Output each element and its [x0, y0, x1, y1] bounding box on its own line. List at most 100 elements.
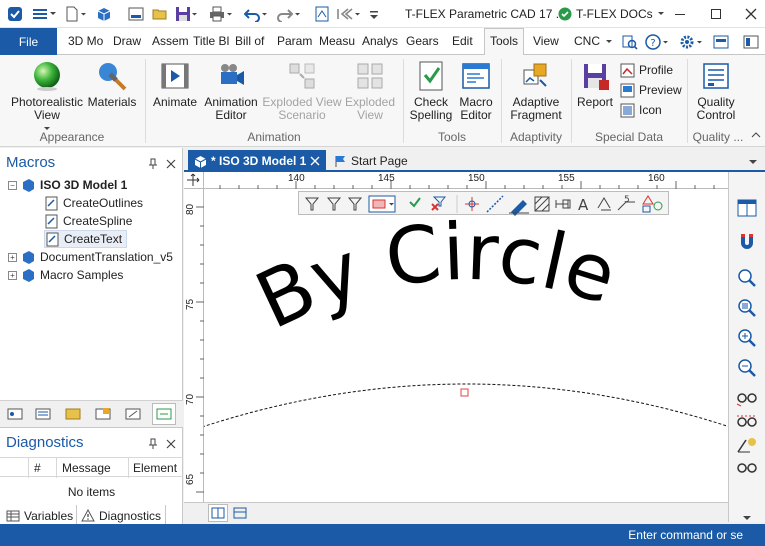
app-logo-icon[interactable]: [6, 4, 24, 24]
pin-icon[interactable]: [146, 434, 160, 454]
exploded-view-scenario-button[interactable]: Exploded View Scenario: [262, 60, 342, 122]
redo-icon[interactable]: [276, 4, 304, 24]
quality-control-button[interactable]: Quality Control: [692, 60, 740, 122]
column-header[interactable]: Message: [62, 461, 111, 475]
tab-title-block[interactable]: Title Bl: [193, 28, 231, 55]
quick-access-more-icon[interactable]: [368, 4, 380, 24]
tree-item-macro-selected[interactable]: CreateText: [44, 230, 128, 248]
ruler-origin[interactable]: [184, 172, 204, 189]
panel-tool-3-icon[interactable]: [62, 404, 84, 424]
roughness-icon[interactable]: [597, 197, 611, 209]
command-prompt[interactable]: Enter command or se: [628, 528, 743, 542]
deselect-icon[interactable]: [431, 203, 439, 211]
tab-file[interactable]: File: [0, 28, 57, 55]
expand-icon[interactable]: +: [8, 252, 17, 262]
adaptive-fragment-button[interactable]: Adaptive Fragment: [506, 60, 566, 122]
snap-point-icon[interactable]: [465, 197, 479, 211]
column-header[interactable]: #: [34, 461, 41, 475]
tree-item-macro[interactable]: CreateOutlines: [44, 194, 143, 212]
pin-icon[interactable]: [146, 154, 160, 174]
tab-gears[interactable]: Gears: [406, 28, 440, 55]
drawing-canvas[interactable]: By Circle: [204, 189, 728, 502]
expand-icon[interactable]: +: [8, 270, 17, 280]
glasses-view-icon[interactable]: [735, 458, 759, 478]
minimize-button[interactable]: [666, 4, 694, 24]
tab-measure[interactable]: Measu: [319, 28, 357, 55]
tree-item-document[interactable]: + DocumentTranslation_v5: [8, 248, 173, 266]
check-spelling-button[interactable]: Check Spelling: [406, 60, 456, 122]
exploded-view-button[interactable]: Exploded View: [342, 60, 398, 122]
panel-tool-1-icon[interactable]: [4, 404, 26, 424]
tab-assembly[interactable]: Assem: [152, 28, 188, 55]
open-icon[interactable]: [150, 4, 170, 24]
icon-button[interactable]: Icon: [620, 100, 662, 120]
ribbon-layout-icon[interactable]: [710, 32, 732, 52]
tab-iso-3d-model[interactable]: * ISO 3D Model 1: [188, 150, 327, 172]
pen-icon[interactable]: [511, 200, 527, 216]
close-icon[interactable]: [310, 156, 320, 166]
main-menu-icon[interactable]: [30, 4, 58, 24]
layout-split-icon[interactable]: [230, 504, 250, 522]
close-icon[interactable]: [164, 154, 178, 174]
column-header[interactable]: Element: [133, 461, 177, 475]
tab-view[interactable]: View: [533, 28, 561, 55]
close-icon[interactable]: [164, 434, 178, 454]
profile-button[interactable]: Profile: [620, 60, 673, 80]
collapse-ribbon-icon[interactable]: [749, 125, 763, 145]
filter-3d-icon[interactable]: [347, 197, 363, 211]
report-button[interactable]: Report: [574, 60, 616, 109]
new-3d-model-icon[interactable]: [94, 4, 114, 24]
snap-line-icon[interactable]: [486, 195, 504, 213]
shapes-icon[interactable]: [642, 195, 663, 213]
macro-editor-button[interactable]: Macro Editor: [456, 60, 496, 122]
animate-button[interactable]: Animate: [150, 60, 200, 109]
materials-button[interactable]: Materials: [87, 60, 137, 109]
layout-page-icon[interactable]: [208, 504, 228, 522]
panel-tool-5-icon[interactable]: [122, 404, 144, 424]
tab-analysis[interactable]: Analys: [362, 28, 400, 55]
circle-text[interactable]: By Circle: [243, 208, 626, 347]
preview-button[interactable]: Preview: [620, 80, 682, 100]
glasses-dim-icon[interactable]: [735, 412, 759, 432]
panel-tool-2-icon[interactable]: [32, 404, 54, 424]
print-icon[interactable]: [208, 4, 236, 24]
animation-editor-button[interactable]: Animation Editor: [200, 60, 262, 122]
page-layout-icon[interactable]: [735, 198, 759, 218]
photorealistic-view-button[interactable]: Photorealistic View: [8, 60, 86, 135]
tab-list-dropdown-icon[interactable]: [746, 152, 760, 172]
tree-item-macro[interactable]: CreateSpline: [44, 212, 132, 230]
filter-settings-icon[interactable]: [326, 197, 342, 211]
text-icon[interactable]: A: [578, 196, 589, 214]
zoom-window-icon[interactable]: [735, 298, 759, 318]
tab-parameters[interactable]: Param: [277, 28, 315, 55]
magnet-snap-icon[interactable]: [735, 232, 759, 252]
settings-gear-icon[interactable]: [678, 32, 706, 52]
undo-icon[interactable]: [243, 4, 271, 24]
tab-bill-of-materials[interactable]: Bill of: [235, 28, 271, 55]
navigate-back-icon[interactable]: [335, 4, 363, 24]
maximize-button[interactable]: [702, 4, 730, 24]
zoom-icon[interactable]: [735, 268, 759, 288]
tab-start-page[interactable]: Start Page: [328, 150, 414, 172]
panel-toggle-icon[interactable]: [740, 32, 762, 52]
panel-tool-macros-icon[interactable]: [152, 403, 176, 425]
save-icon[interactable]: [174, 4, 200, 24]
zoom-all-icon[interactable]: [735, 328, 759, 348]
tree-item-document[interactable]: + Macro Samples: [8, 266, 123, 284]
filter-icon[interactable]: [304, 197, 320, 211]
panel-tool-4-icon[interactable]: [92, 404, 114, 424]
tab-edit[interactable]: Edit: [452, 28, 476, 55]
measure-icon[interactable]: [735, 434, 759, 454]
new-document-icon[interactable]: [63, 4, 89, 24]
glasses-icon[interactable]: [735, 388, 759, 408]
tab-cnc[interactable]: CNC: [574, 28, 602, 55]
more-tabs-icon[interactable]: [604, 32, 614, 52]
zoom-previous-icon[interactable]: [735, 358, 759, 378]
close-button[interactable]: [738, 4, 764, 24]
help-icon[interactable]: ?: [644, 32, 672, 52]
select-all-icon[interactable]: [409, 197, 421, 208]
tab-draw[interactable]: Draw: [113, 28, 143, 55]
tab-3d-model[interactable]: 3D Mo: [68, 28, 104, 55]
collapse-icon[interactable]: −: [8, 180, 17, 190]
script-icon[interactable]: [312, 4, 332, 24]
